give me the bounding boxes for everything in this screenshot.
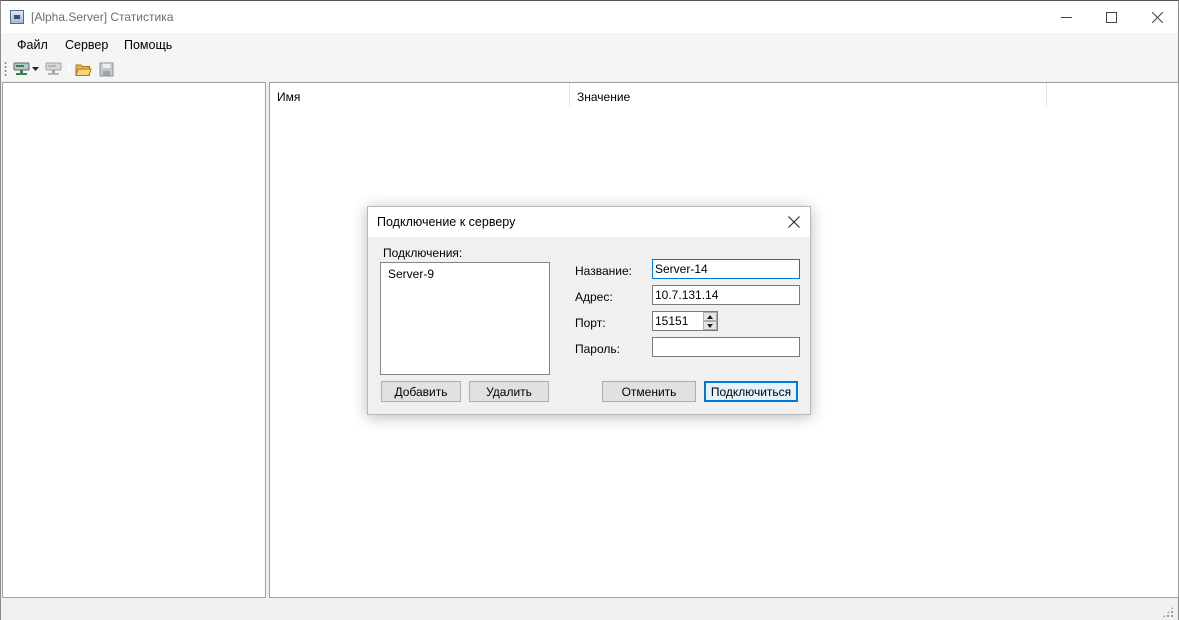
chevron-down-icon	[707, 323, 713, 328]
port-increment-button[interactable]	[703, 312, 717, 321]
window-title: [Alpha.Server] Статистика	[31, 10, 174, 24]
cancel-button[interactable]: Отменить	[602, 381, 696, 402]
name-field[interactable]: Server-14	[652, 259, 800, 279]
chevron-up-icon	[707, 314, 713, 319]
minimize-icon	[1060, 16, 1072, 18]
dialog-title-bar: Подключение к серверу	[368, 207, 810, 237]
menu-help[interactable]: Помощь	[124, 38, 172, 52]
dropdown-arrow-icon	[32, 66, 39, 71]
maximize-icon	[1105, 11, 1117, 23]
close-window-button[interactable]	[1134, 1, 1179, 33]
resize-grip[interactable]	[1162, 606, 1174, 618]
connect-button[interactable]: Подключиться	[704, 381, 798, 402]
disconnect-server-button[interactable]	[43, 60, 65, 78]
column-header-value[interactable]: Значение	[570, 83, 1047, 107]
maximize-button[interactable]	[1088, 1, 1134, 33]
connections-listbox[interactable]: Server-9	[380, 262, 550, 375]
connect-server-button[interactable]	[11, 60, 41, 78]
disconnect-server-icon	[45, 62, 62, 75]
connect-server-icon	[13, 62, 30, 75]
minimize-button[interactable]	[1043, 1, 1089, 33]
add-button[interactable]: Добавить	[381, 381, 461, 402]
open-folder-icon	[74, 64, 92, 76]
address-field[interactable]: 10.7.131.14	[652, 285, 800, 305]
password-label: Пароль:	[575, 342, 620, 356]
address-label: Адрес:	[575, 290, 613, 304]
delete-button[interactable]: Удалить	[469, 381, 549, 402]
name-label: Название:	[575, 264, 632, 278]
toolbar-grip[interactable]	[4, 61, 7, 77]
close-icon	[1151, 11, 1163, 23]
close-icon	[788, 216, 800, 228]
port-decrement-button[interactable]	[703, 321, 717, 330]
connect-dialog: Подключение к серверу Подключения: Serve…	[367, 206, 811, 415]
port-label: Порт:	[575, 316, 606, 330]
app-icon	[10, 10, 24, 24]
menu-file[interactable]: Файл	[17, 38, 48, 52]
open-button[interactable]	[73, 60, 93, 78]
title-bar: [Alpha.Server] Статистика	[1, 1, 1178, 33]
server-tree-pane[interactable]	[2, 82, 266, 598]
save-icon	[99, 62, 113, 76]
column-header-name[interactable]: Имя	[270, 83, 570, 107]
menu-bar: Файл Сервер Помощь	[1, 33, 1178, 57]
connection-item[interactable]: Server-9	[388, 267, 434, 281]
connections-label: Подключения:	[383, 246, 463, 260]
port-field[interactable]: 15151	[652, 311, 704, 331]
dialog-close-button[interactable]	[783, 212, 805, 232]
port-stepper	[703, 311, 718, 331]
save-button[interactable]	[96, 60, 116, 78]
toolbar-separator	[69, 61, 70, 77]
dialog-title: Подключение к серверу	[377, 215, 516, 229]
menu-server[interactable]: Сервер	[65, 38, 108, 52]
toolbar	[1, 57, 1178, 81]
status-bar	[1, 599, 1178, 620]
password-field[interactable]	[652, 337, 800, 357]
